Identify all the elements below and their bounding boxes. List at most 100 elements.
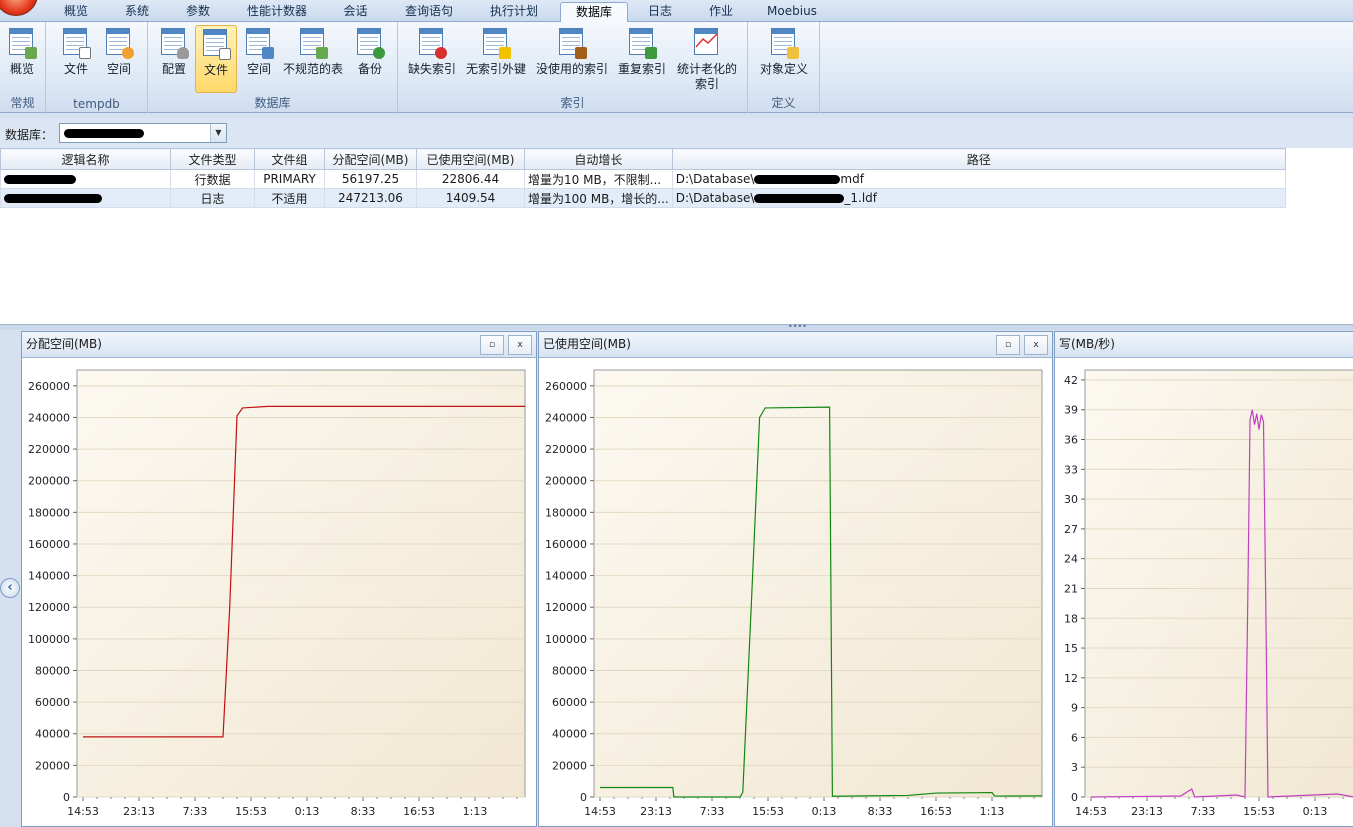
space-gear-icon: [104, 27, 134, 59]
autogrowth-cell: 增量为10 MB，不限制...: [524, 169, 673, 189]
used-chart-panel: 已使用空间(MB) ▫ x 0 20000 40000 60000 80000 10000…: [538, 331, 1053, 827]
x-tick-label: 7:33: [183, 805, 208, 818]
unindexed-fk-button[interactable]: 无索引外键: [464, 25, 528, 93]
stats-chart-icon: [692, 27, 722, 59]
group-label-tempdb: tempdb: [73, 97, 120, 111]
alloc-cell: 56197.25: [324, 169, 417, 189]
tab-database[interactable]: 数据库: [560, 2, 628, 23]
tab-exec-plan[interactable]: 执行计划: [475, 2, 553, 22]
tab-jobs[interactable]: 作业: [695, 2, 747, 22]
database-files-grid: 逻辑名称 文件类型 文件组 分配空间(MB) 已使用空间(MB) 自动增长 路径…: [0, 148, 1353, 324]
path-cell: D:\Database\ _1.ldf: [671, 188, 1286, 208]
column-header[interactable]: 分配空间(MB): [324, 148, 417, 170]
plot-area: [76, 369, 526, 798]
column-header[interactable]: 逻辑名称: [0, 148, 171, 170]
y-tick-label: 6: [1071, 731, 1078, 744]
tempdb-space-button[interactable]: 空间: [99, 25, 139, 93]
group-label-database: 数据库: [254, 96, 291, 110]
tab-system[interactable]: 系统: [110, 2, 164, 22]
restore-icon[interactable]: ▫: [996, 335, 1020, 355]
y-tick-label: 33: [1064, 463, 1078, 476]
duplicate-index-button[interactable]: 重复索引: [615, 25, 669, 93]
redacted-mark: [4, 175, 76, 184]
object-definition-button[interactable]: 对象定义: [756, 25, 812, 93]
y-tick-label: 36: [1064, 434, 1078, 447]
database-combobox[interactable]: ▼: [59, 123, 227, 143]
ribbon-group-tempdb: 文件 空间 tempdb: [46, 22, 148, 113]
column-header[interactable]: 自动增长: [524, 148, 673, 170]
x-tick-label: 15:53: [235, 805, 267, 818]
y-tick-label: 9: [1071, 702, 1078, 715]
chevron-down-icon[interactable]: ▼: [210, 124, 226, 142]
tab-parameters[interactable]: 参数: [171, 2, 225, 22]
space-button[interactable]: 空间: [240, 25, 278, 93]
file-button[interactable]: 文件: [195, 25, 237, 93]
tab-perf-counters[interactable]: 性能计数器: [232, 2, 322, 22]
column-header[interactable]: 文件组: [254, 148, 325, 170]
overview-button[interactable]: 概览: [3, 25, 41, 93]
y-tick-label: 160000: [545, 538, 587, 551]
y-tick-label: 260000: [545, 380, 587, 393]
y-tick-label: 120000: [28, 601, 70, 614]
x-tick-label: 23:13: [640, 805, 672, 818]
tab-queries[interactable]: 查询语句: [390, 2, 468, 22]
database-value: [64, 126, 144, 140]
y-tick-label: 0: [63, 791, 70, 804]
x-tick-label: 16:53: [403, 805, 435, 818]
panel-title-bar: 分配空间(MB) ▫ x: [22, 332, 536, 358]
y-tick-label: 240000: [545, 411, 587, 424]
tab-moebius[interactable]: Moebius: [758, 2, 826, 22]
close-icon[interactable]: x: [1024, 335, 1048, 355]
y-tick-label: 3: [1071, 761, 1078, 774]
y-tick-label: 60000: [552, 696, 587, 709]
space-sheet-icon: [244, 27, 274, 59]
y-tick-label: 180000: [28, 506, 70, 519]
close-icon[interactable]: x: [508, 335, 532, 355]
y-tick-label: 42: [1064, 374, 1078, 387]
table-row[interactable]: 行数据 PRIMARY 56197.25 22806.44 增量为10 MB，不…: [0, 169, 1286, 189]
ribbon-group-define: 对象定义 定义: [748, 22, 820, 113]
backup-button[interactable]: 备份: [350, 25, 390, 93]
file-type-cell: 日志: [170, 188, 255, 208]
y-tick-label: 120000: [545, 601, 587, 614]
stale-stats-index-button[interactable]: 统计老化的 索引: [674, 25, 740, 93]
plot-area: [1084, 369, 1353, 798]
grip-dots-icon: ••••: [788, 322, 807, 331]
y-tick-label: 100000: [28, 633, 70, 646]
horizontal-splitter[interactable]: ••••: [0, 322, 1353, 331]
panel-title: 已使用空间(MB): [543, 337, 631, 351]
x-tick-label: 8:33: [351, 805, 376, 818]
table-row[interactable]: 日志 不适用 247213.06 1409.54 增量为100 MB，增长的..…: [0, 188, 1286, 208]
table-header-row: 逻辑名称 文件类型 文件组 分配空间(MB) 已使用空间(MB) 自动增长 路径: [0, 148, 1286, 170]
alloc-chart-panel: 分配空间(MB) ▫ x 0 20000 40000 60000 80000 100000…: [21, 331, 537, 827]
unused-index-button[interactable]: 没使用的索引: [534, 25, 610, 93]
y-tick-label: 20000: [35, 759, 70, 772]
chevron-left-icon[interactable]: ‹: [0, 578, 20, 598]
missing-index-button[interactable]: 缺失索引: [404, 25, 460, 93]
tempdb-file-button[interactable]: 文件: [56, 25, 96, 93]
tab-overview[interactable]: 概览: [48, 2, 104, 22]
duplicate-index-icon: [627, 27, 657, 59]
alloc-cell: 247213.06: [324, 188, 417, 208]
x-tick-label: 7:33: [1191, 805, 1216, 818]
column-header[interactable]: 已使用空间(MB): [416, 148, 525, 170]
column-header[interactable]: 文件类型: [170, 148, 255, 170]
plot-area: [593, 369, 1043, 798]
y-tick-label: 60000: [35, 696, 70, 709]
restore-icon[interactable]: ▫: [480, 335, 504, 355]
group-label-general: 常规: [10, 96, 35, 110]
ribbon-group-database: 配置 文件 空间 不规范的表 备份 数据库: [148, 22, 398, 113]
y-tick-label: 140000: [545, 570, 587, 583]
app-menu-orb-icon[interactable]: [0, 0, 38, 16]
irregular-tables-button[interactable]: 不规范的表: [280, 25, 346, 93]
y-tick-label: 30: [1064, 493, 1078, 506]
panel-title: 写(MB/秒): [1059, 337, 1115, 351]
config-button[interactable]: 配置: [154, 25, 194, 93]
ribbon-group-general: 概览 常规: [0, 22, 46, 113]
x-tick-label: 23:13: [123, 805, 155, 818]
column-header[interactable]: 路径: [671, 148, 1286, 170]
tab-log[interactable]: 日志: [636, 2, 684, 22]
tab-sessions[interactable]: 会话: [328, 2, 383, 22]
y-tick-label: 0: [1071, 791, 1078, 804]
write-chart-panel: 写(MB/秒) 0 3 6 9 12 15 18 21 24 27 30 33 36 39 42 14:53 2…: [1054, 331, 1353, 827]
